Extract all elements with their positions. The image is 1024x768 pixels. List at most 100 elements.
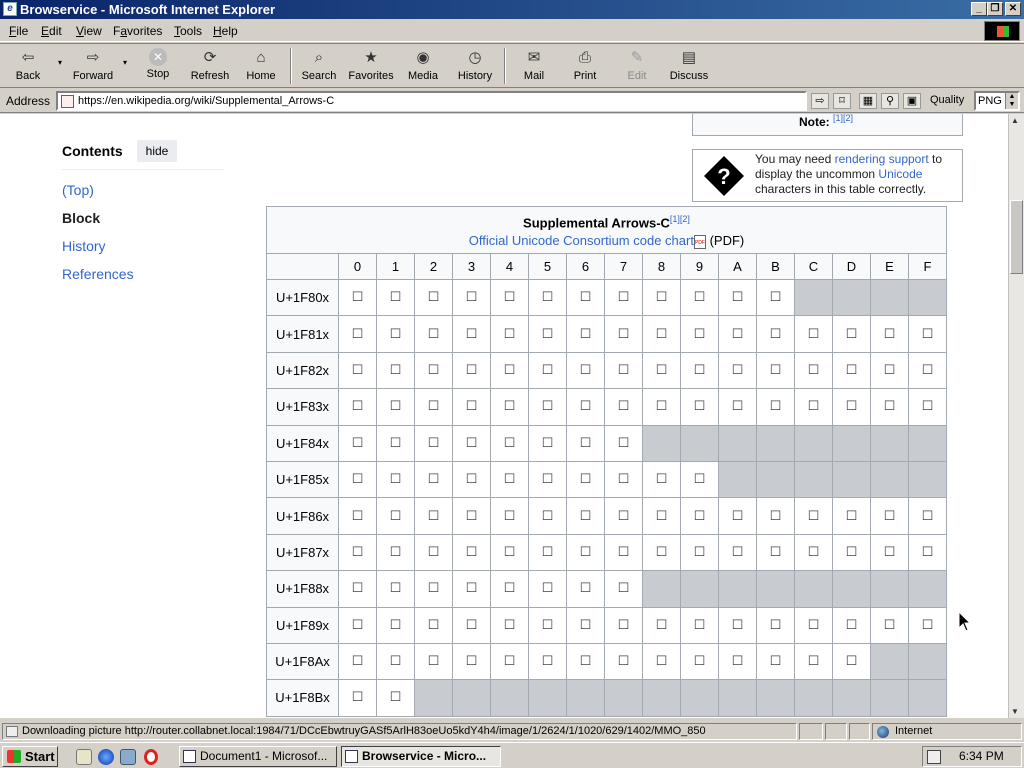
code-point-cell[interactable]: ☐ [490, 533, 529, 572]
code-point-cell[interactable]: ☐ [528, 315, 567, 353]
code-point-cell[interactable]: ☐ [490, 497, 529, 535]
code-point-cell[interactable]: ☐ [452, 388, 491, 426]
code-point-cell[interactable]: ☐ [604, 388, 643, 426]
code-point-cell[interactable]: ☐ [338, 679, 377, 717]
refresh-button[interactable]: ⟳ Refresh [184, 46, 236, 86]
edit-button[interactable]: ✎ Edit [616, 46, 658, 86]
code-point-cell[interactable]: ☐ [452, 460, 491, 499]
code-point-cell[interactable]: ☐ [832, 388, 871, 426]
code-point-cell[interactable]: ☐ [566, 315, 605, 353]
code-point-cell[interactable]: ☐ [528, 642, 567, 681]
rendering-support-link[interactable]: rendering support [835, 152, 929, 166]
code-point-cell[interactable]: ☐ [338, 315, 377, 353]
code-point-cell[interactable]: ☐ [604, 497, 643, 535]
code-point-cell[interactable]: ☐ [680, 642, 719, 681]
code-point-cell[interactable]: ☐ [680, 533, 719, 572]
code-point-cell[interactable]: ☐ [604, 315, 643, 353]
code-point-cell[interactable]: ☐ [642, 315, 681, 353]
code-point-cell[interactable]: ☐ [338, 606, 377, 644]
code-point-cell[interactable]: ☐ [756, 388, 795, 426]
clipboard-icon[interactable]: ▣ [903, 93, 921, 109]
menu-favorites[interactable]: Favorites [113, 24, 162, 38]
toc-item-block[interactable]: Block [62, 210, 100, 226]
code-point-cell[interactable]: ☐ [490, 642, 529, 681]
code-point-cell[interactable]: ☐ [718, 315, 757, 353]
favorites-button[interactable]: ★ Favorites [344, 46, 398, 86]
ie-app-icon[interactable]: e [3, 2, 17, 16]
forward-button[interactable]: ⇨ Forward [68, 46, 118, 86]
code-point-cell[interactable]: ☐ [794, 497, 833, 535]
code-point-cell[interactable]: ☐ [528, 570, 567, 608]
toc-item-references[interactable]: References [62, 266, 134, 282]
code-point-cell[interactable]: ☐ [604, 642, 643, 681]
code-point-cell[interactable]: ☐ [870, 533, 909, 572]
menu-tools[interactable]: Tools [174, 24, 202, 38]
mail-button[interactable]: ✉ Mail [512, 46, 556, 86]
code-point-cell[interactable]: ☐ [490, 278, 529, 317]
code-point-cell[interactable]: ☐ [338, 570, 377, 608]
code-point-cell[interactable]: ☐ [718, 606, 757, 644]
print-button[interactable]: ⎙ Print [564, 46, 606, 86]
home-button[interactable]: ⌂ Home [240, 46, 282, 86]
vertical-scrollbar[interactable]: ▲ ▼ [1008, 114, 1024, 718]
code-point-cell[interactable]: ☐ [490, 315, 529, 353]
code-point-cell[interactable]: ☐ [414, 642, 453, 681]
menu-file[interactable]: File [9, 24, 28, 38]
code-point-cell[interactable]: ☐ [414, 460, 453, 499]
code-point-cell[interactable]: ☐ [414, 351, 453, 390]
media-button[interactable]: ◉ Media [402, 46, 444, 86]
code-point-cell[interactable]: ☐ [528, 351, 567, 390]
code-point-cell[interactable]: ☐ [528, 388, 567, 426]
unicode-link[interactable]: Unicode [878, 167, 922, 181]
code-point-cell[interactable]: ☐ [490, 351, 529, 390]
start-button[interactable]: Start [2, 746, 58, 767]
code-point-cell[interactable]: ☐ [908, 388, 947, 426]
show-desktop-icon[interactable] [76, 749, 92, 765]
close-button[interactable]: ✕ [1005, 2, 1021, 16]
code-point-cell[interactable]: ☐ [566, 278, 605, 317]
code-point-cell[interactable]: ☐ [642, 388, 681, 426]
code-point-cell[interactable]: ☐ [452, 642, 491, 681]
code-point-cell[interactable]: ☐ [908, 606, 947, 644]
code-point-cell[interactable]: ☐ [642, 606, 681, 644]
code-point-cell[interactable]: ☐ [794, 533, 833, 572]
code-point-cell[interactable]: ☐ [452, 497, 491, 535]
code-point-cell[interactable]: ☐ [794, 351, 833, 390]
code-point-cell[interactable]: ☐ [414, 570, 453, 608]
outlook-express-icon[interactable] [120, 749, 136, 765]
code-point-cell[interactable]: ☐ [414, 315, 453, 353]
code-point-cell[interactable]: ☐ [414, 606, 453, 644]
code-point-cell[interactable]: ☐ [718, 497, 757, 535]
code-point-cell[interactable]: ☐ [528, 497, 567, 535]
page-icon[interactable]: ▦ [859, 93, 877, 109]
taskbar-task-browservice[interactable]: Browservice - Micro... [341, 746, 501, 767]
history-button[interactable]: ◷ History [452, 46, 498, 86]
code-point-cell[interactable]: ☐ [908, 533, 947, 572]
code-point-cell[interactable]: ☐ [490, 606, 529, 644]
restore-button[interactable]: ❐ [987, 2, 1003, 16]
code-chart-link[interactable]: Official Unicode Consortium code chart [469, 233, 694, 248]
code-point-cell[interactable]: ☐ [832, 533, 871, 572]
code-point-cell[interactable]: ☐ [338, 642, 377, 681]
code-point-cell[interactable]: ☐ [376, 497, 415, 535]
code-point-cell[interactable]: ☐ [452, 606, 491, 644]
code-point-cell[interactable]: ☐ [566, 570, 605, 608]
code-point-cell[interactable]: ☐ [718, 278, 757, 317]
code-point-cell[interactable]: ☐ [338, 388, 377, 426]
code-point-cell[interactable]: ☐ [376, 388, 415, 426]
internet-explorer-icon[interactable] [98, 749, 114, 765]
code-point-cell[interactable]: ☐ [566, 388, 605, 426]
spinner-icon[interactable]: ▲ ▼ [1005, 93, 1018, 109]
code-point-cell[interactable]: ☐ [376, 606, 415, 644]
scroll-up-icon[interactable]: ▲ [1011, 116, 1019, 125]
code-point-cell[interactable]: ☐ [604, 278, 643, 317]
code-point-cell[interactable]: ☐ [680, 315, 719, 353]
code-point-cell[interactable]: ☐ [604, 351, 643, 390]
code-point-cell[interactable]: ☐ [604, 570, 643, 608]
code-point-cell[interactable]: ☐ [490, 388, 529, 426]
opera-icon[interactable] [144, 749, 158, 765]
code-point-cell[interactable]: ☐ [756, 642, 795, 681]
bookmark-icon[interactable]: ⌑ [833, 93, 851, 109]
code-point-cell[interactable]: ☐ [490, 460, 529, 499]
code-point-cell[interactable]: ☐ [566, 460, 605, 499]
